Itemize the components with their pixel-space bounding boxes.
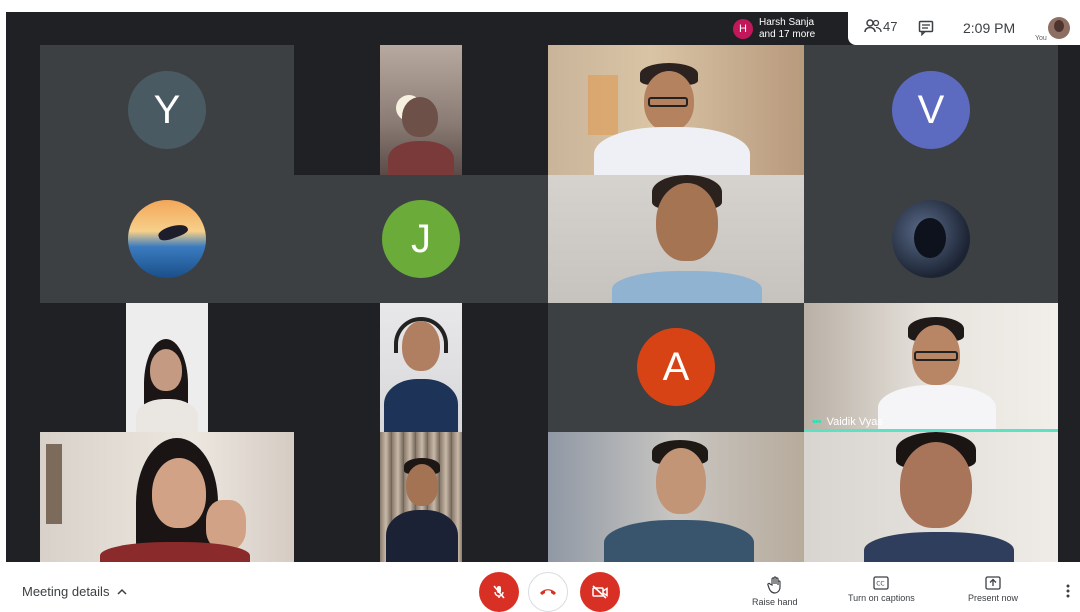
participant-tile-j[interactable]: J (294, 175, 548, 303)
participant-tile-y[interactable]: Y (40, 45, 294, 175)
more-options-button[interactable] (1066, 584, 1070, 603)
avatar-y: Y (128, 71, 206, 149)
participants-joined-toast[interactable]: H Harsh Sanja and 17 more (727, 12, 847, 45)
participant-tile-anime[interactable] (804, 175, 1058, 303)
self-label: You (1035, 35, 1047, 42)
meeting-details-label: Meeting details (22, 584, 110, 599)
captions-icon: CC (873, 576, 890, 590)
raise-hand-button[interactable]: Raise hand (752, 576, 798, 607)
speaking-indicator-icon: ••• (812, 416, 822, 428)
self-avatar (1048, 17, 1070, 39)
participant-tile-v[interactable]: V (804, 45, 1058, 175)
chat-icon (918, 20, 934, 37)
participant-tile-a[interactable]: A (548, 303, 804, 432)
participant-tile-dolphin[interactable] (40, 175, 294, 303)
participant-tile-16[interactable] (804, 432, 1058, 562)
microphone-toggle-button[interactable] (479, 572, 519, 612)
chevron-up-icon (117, 588, 127, 595)
participant-tile-6[interactable] (548, 175, 804, 303)
participant-video (380, 45, 462, 175)
meeting-stage: Y V J A ••• Vaidik Vyas H Harsh Sanja an… (0, 0, 1080, 562)
avatar-a: A (637, 328, 715, 406)
anime-avatar-image (892, 200, 970, 278)
participant-count: 47 (883, 18, 898, 34)
present-icon (985, 576, 1001, 590)
meeting-clock: 2:09 PM (963, 20, 1016, 36)
chat-button[interactable] (918, 20, 934, 41)
participant-name-tag: ••• Vaidik Vyas (812, 416, 883, 428)
toast-avatar: H (733, 18, 753, 39)
people-icon (864, 19, 882, 33)
meeting-details-button[interactable]: Meeting details (22, 584, 127, 599)
participant-grid: Y V J A ••• Vaidik Vyas (6, 12, 1080, 562)
toast-line2: and 17 more (759, 28, 816, 40)
participant-tile-13[interactable] (40, 432, 294, 562)
self-view[interactable]: You (1033, 14, 1080, 45)
participant-video (380, 432, 462, 562)
participant-video (380, 303, 462, 432)
toast-line1: Harsh Sanja (759, 16, 815, 28)
hang-up-icon (540, 589, 556, 595)
dolphin-avatar-image (128, 200, 206, 278)
participant-video (126, 303, 208, 432)
present-label: Present now (968, 593, 1019, 603)
avatar-v: V (892, 71, 970, 149)
more-vert-icon (1066, 584, 1070, 598)
participants-button[interactable]: 47 (864, 18, 897, 34)
camera-toggle-button[interactable] (580, 572, 620, 612)
svg-text:CC: CC (877, 581, 885, 588)
participant-tile-3[interactable] (548, 45, 804, 175)
participant-tile-vaidik[interactable]: ••• Vaidik Vyas (804, 303, 1058, 432)
present-now-button[interactable]: Present now (968, 576, 1018, 603)
participant-tile-14[interactable] (294, 432, 548, 562)
bottom-control-bar: Meeting details Raise hand CC Turn on ca… (0, 562, 1080, 612)
mic-off-icon (493, 585, 505, 599)
participant-tile-10[interactable] (294, 303, 548, 432)
avatar-j: J (382, 200, 460, 278)
toast-text: Harsh Sanja and 17 more (759, 17, 815, 41)
top-info-bar: 47 2:09 PM You (848, 12, 1080, 45)
captions-button[interactable]: CC Turn on captions (848, 576, 915, 603)
leave-call-button[interactable] (528, 572, 568, 612)
participant-tile-15[interactable] (548, 432, 804, 562)
participant-tile-9[interactable] (40, 303, 294, 432)
participant-name: Vaidik Vyas (826, 416, 883, 428)
captions-label: Turn on captions (848, 593, 915, 603)
hand-icon (767, 576, 781, 594)
participant-tile-2[interactable] (294, 45, 548, 175)
camera-off-icon (592, 585, 608, 599)
